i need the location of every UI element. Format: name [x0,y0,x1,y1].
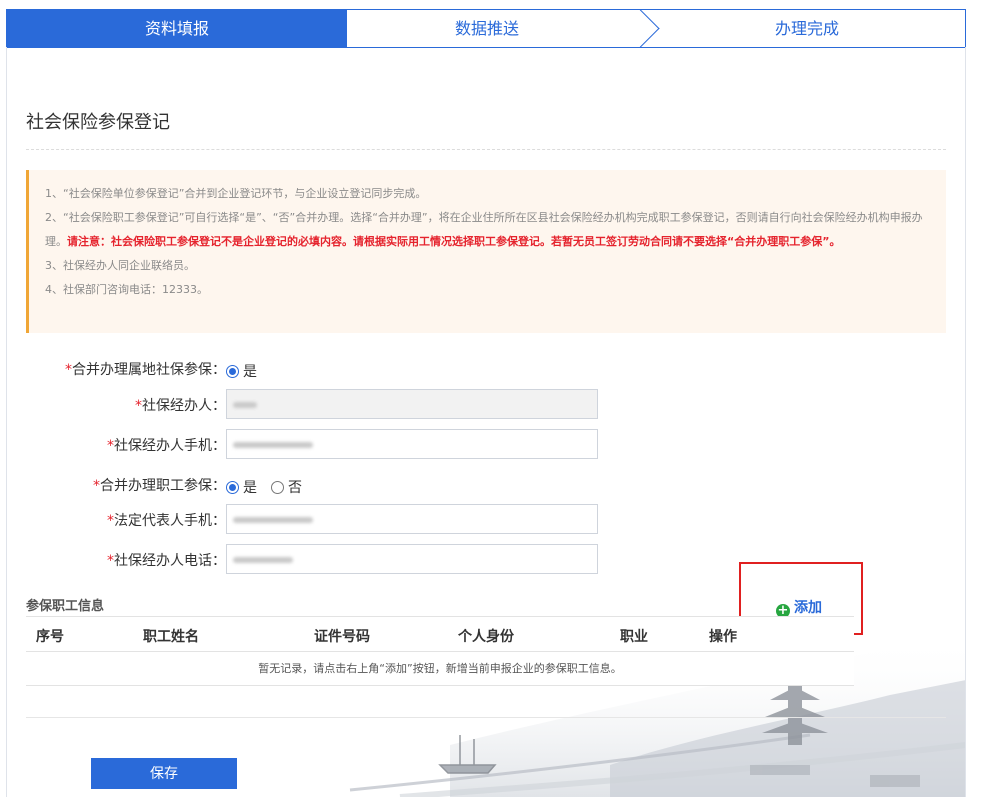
radio-unchecked-icon[interactable] [271,481,284,494]
col-id-number: 证件号码 [314,629,370,645]
radio-checked-icon[interactable] [226,481,239,494]
merge-staff-no-radio[interactable]: 否 [271,477,302,497]
agent-tel-label-text: 社保经办人电话： [114,553,226,569]
agent-phone-row: *社保经办人手机： [26,429,646,459]
notice-warning: 请注意：社会保险职工参保登记不是企业登记的必填内容。请根据实际用工情况选择职工参… [67,235,841,248]
col-index: 序号 [36,629,64,645]
legal-phone-label: *法定代表人手机： [107,510,226,530]
required-mark: * [107,438,114,454]
staff-table: 序号 职工姓名 证件号码 个人身份 职业 操作 暂无记录，请点击右上角“添加”按… [26,616,854,686]
agent-phone-label: *社保经办人手机： [107,435,226,455]
section-title: 参保职工信息 [26,599,105,614]
merge-staff-label-text: 合并办理职工参保： [100,478,226,494]
agent-label-text: 社保经办人： [142,398,226,414]
merge-local-label: *合并办理属地社保参保： [65,359,226,379]
agent-tel-label: *社保经办人电话： [107,550,226,570]
progress-stepper: 资料填报 数据推送 办理完成 [6,9,966,48]
col-identity: 个人身份 [458,629,514,645]
notice-box: 1、“社会保险单位参保登记”合并到企业登记环节，与企业设立登记同步完成。 2、“… [26,170,946,333]
legal-phone-input[interactable] [226,504,598,534]
notice-line-1: 1、“社会保险单位参保登记”合并到企业登记环节，与企业设立登记同步完成。 [45,187,427,200]
redacted-value [233,401,257,408]
step-complete: 办理完成 [774,19,839,38]
add-button[interactable]: + 添加 [776,597,822,618]
agent-label: *社保经办人： [135,395,226,415]
merge-staff-row: *合并办理职工参保： 是 否 [26,469,646,499]
required-mark: * [93,478,100,494]
merge-staff-yes-label: 是 [243,480,257,496]
col-occupation: 职业 [620,629,648,645]
agent-phone-input[interactable] [226,429,598,459]
agent-phone-label-text: 社保经办人手机： [114,438,226,454]
merge-local-label-text: 合并办理属地社保参保： [72,362,226,378]
radio-checked-icon[interactable] [226,365,239,378]
footer-divider [26,717,946,718]
merge-staff-no-label: 否 [288,480,302,496]
title-divider [26,149,946,150]
save-button[interactable]: 保存 [91,758,237,789]
required-mark: * [65,362,72,378]
add-button-label: 添加 [794,600,822,616]
required-mark: * [107,513,114,529]
agent-row: *社保经办人： [26,389,646,419]
redacted-value [233,516,313,523]
merge-local-row: *合并办理属地社保参保： 是 [26,353,646,383]
redacted-value [233,441,313,448]
merge-local-yes-radio[interactable]: 是 [226,361,257,381]
agent-tel-input[interactable] [226,544,598,574]
col-name: 职工姓名 [143,629,199,645]
table-header: 序号 职工姓名 证件号码 个人身份 职业 操作 [26,616,854,652]
merge-local-yes-label: 是 [243,364,257,380]
step-fill-info: 资料填报 [7,10,347,47]
notice-line-4: 4、社保部门咨询电话：12333。 [45,283,208,296]
merge-staff-label: *合并办理职工参保： [93,475,226,495]
notice-line-2: 2、“社会保险职工参保登记”可自行选择“是”、“否”合并办理。选择“合并办理”，… [45,206,932,254]
agent-tel-row: *社保经办人电话： [26,544,646,574]
step-data-push: 数据推送 [454,19,519,38]
notice-line-3: 3、社保经办人同企业联络员。 [45,259,195,272]
agent-input[interactable] [226,389,598,419]
legal-phone-label-text: 法定代表人手机： [114,513,226,529]
required-mark: * [107,553,114,569]
col-actions: 操作 [709,629,737,645]
required-mark: * [135,398,142,414]
legal-phone-row: *法定代表人手机： [26,504,646,534]
merge-staff-yes-radio[interactable]: 是 [226,477,257,497]
table-empty-message: 暂无记录，请点击右上角“添加”按钮，新增当前申报企业的参保职工信息。 [26,652,854,686]
page-title: 社会保险参保登记 [26,112,170,133]
redacted-value [233,556,293,563]
